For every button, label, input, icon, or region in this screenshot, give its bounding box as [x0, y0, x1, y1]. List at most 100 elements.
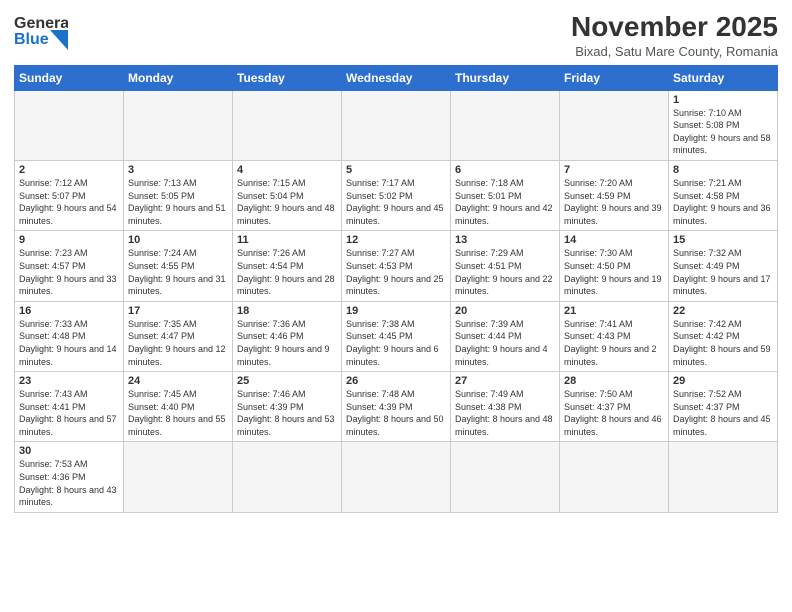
day-info: Sunrise: 7:26 AM Sunset: 4:54 PM Dayligh… — [237, 247, 337, 297]
table-row: 10Sunrise: 7:24 AM Sunset: 4:55 PM Dayli… — [124, 231, 233, 301]
day-info: Sunrise: 7:30 AM Sunset: 4:50 PM Dayligh… — [564, 247, 664, 297]
table-row: 28Sunrise: 7:50 AM Sunset: 4:37 PM Dayli… — [560, 372, 669, 442]
table-row: 8Sunrise: 7:21 AM Sunset: 4:58 PM Daylig… — [669, 160, 778, 230]
day-number: 22 — [673, 305, 773, 317]
day-info: Sunrise: 7:13 AM Sunset: 5:05 PM Dayligh… — [128, 177, 228, 227]
day-number: 15 — [673, 234, 773, 246]
day-info: Sunrise: 7:53 AM Sunset: 4:36 PM Dayligh… — [19, 458, 119, 508]
table-row — [342, 442, 451, 512]
table-row: 12Sunrise: 7:27 AM Sunset: 4:53 PM Dayli… — [342, 231, 451, 301]
col-monday: Monday — [124, 65, 233, 90]
day-number: 19 — [346, 305, 446, 317]
calendar-header-row: Sunday Monday Tuesday Wednesday Thursday… — [15, 65, 778, 90]
table-row: 4Sunrise: 7:15 AM Sunset: 5:04 PM Daylig… — [233, 160, 342, 230]
table-row — [451, 90, 560, 160]
table-row: 27Sunrise: 7:49 AM Sunset: 4:38 PM Dayli… — [451, 372, 560, 442]
col-tuesday: Tuesday — [233, 65, 342, 90]
day-number: 2 — [19, 164, 119, 176]
subtitle: Bixad, Satu Mare County, Romania — [571, 44, 778, 59]
header: General Blue November 2025 Bixad, Satu M… — [14, 10, 778, 59]
table-row: 17Sunrise: 7:35 AM Sunset: 4:47 PM Dayli… — [124, 301, 233, 371]
day-info: Sunrise: 7:36 AM Sunset: 4:46 PM Dayligh… — [237, 318, 337, 368]
day-number: 23 — [19, 375, 119, 387]
day-info: Sunrise: 7:32 AM Sunset: 4:49 PM Dayligh… — [673, 247, 773, 297]
table-row: 24Sunrise: 7:45 AM Sunset: 4:40 PM Dayli… — [124, 372, 233, 442]
table-row — [669, 442, 778, 512]
table-row — [124, 442, 233, 512]
day-number: 28 — [564, 375, 664, 387]
table-row: 3Sunrise: 7:13 AM Sunset: 5:05 PM Daylig… — [124, 160, 233, 230]
day-number: 25 — [237, 375, 337, 387]
day-number: 8 — [673, 164, 773, 176]
day-number: 21 — [564, 305, 664, 317]
table-row — [233, 442, 342, 512]
day-info: Sunrise: 7:39 AM Sunset: 4:44 PM Dayligh… — [455, 318, 555, 368]
page: General Blue November 2025 Bixad, Satu M… — [0, 0, 792, 612]
day-number: 30 — [19, 445, 119, 457]
col-sunday: Sunday — [15, 65, 124, 90]
day-info: Sunrise: 7:17 AM Sunset: 5:02 PM Dayligh… — [346, 177, 446, 227]
col-thursday: Thursday — [451, 65, 560, 90]
table-row — [560, 90, 669, 160]
day-number: 3 — [128, 164, 228, 176]
day-info: Sunrise: 7:38 AM Sunset: 4:45 PM Dayligh… — [346, 318, 446, 368]
table-row: 20Sunrise: 7:39 AM Sunset: 4:44 PM Dayli… — [451, 301, 560, 371]
day-info: Sunrise: 7:48 AM Sunset: 4:39 PM Dayligh… — [346, 388, 446, 438]
day-info: Sunrise: 7:50 AM Sunset: 4:37 PM Dayligh… — [564, 388, 664, 438]
table-row: 25Sunrise: 7:46 AM Sunset: 4:39 PM Dayli… — [233, 372, 342, 442]
table-row: 15Sunrise: 7:32 AM Sunset: 4:49 PM Dayli… — [669, 231, 778, 301]
table-row: 22Sunrise: 7:42 AM Sunset: 4:42 PM Dayli… — [669, 301, 778, 371]
day-info: Sunrise: 7:23 AM Sunset: 4:57 PM Dayligh… — [19, 247, 119, 297]
svg-text:General: General — [14, 15, 68, 32]
day-number: 4 — [237, 164, 337, 176]
day-info: Sunrise: 7:29 AM Sunset: 4:51 PM Dayligh… — [455, 247, 555, 297]
table-row — [451, 442, 560, 512]
day-number: 13 — [455, 234, 555, 246]
col-wednesday: Wednesday — [342, 65, 451, 90]
logo-area: General Blue — [14, 10, 68, 54]
table-row: 11Sunrise: 7:26 AM Sunset: 4:54 PM Dayli… — [233, 231, 342, 301]
table-row: 26Sunrise: 7:48 AM Sunset: 4:39 PM Dayli… — [342, 372, 451, 442]
day-info: Sunrise: 7:33 AM Sunset: 4:48 PM Dayligh… — [19, 318, 119, 368]
day-number: 11 — [237, 234, 337, 246]
calendar-table: Sunday Monday Tuesday Wednesday Thursday… — [14, 65, 778, 513]
table-row: 5Sunrise: 7:17 AM Sunset: 5:02 PM Daylig… — [342, 160, 451, 230]
table-row: 1Sunrise: 7:10 AM Sunset: 5:08 PM Daylig… — [669, 90, 778, 160]
table-row — [15, 90, 124, 160]
day-number: 27 — [455, 375, 555, 387]
table-row: 21Sunrise: 7:41 AM Sunset: 4:43 PM Dayli… — [560, 301, 669, 371]
day-number: 18 — [237, 305, 337, 317]
table-row: 14Sunrise: 7:30 AM Sunset: 4:50 PM Dayli… — [560, 231, 669, 301]
table-row: 29Sunrise: 7:52 AM Sunset: 4:37 PM Dayli… — [669, 372, 778, 442]
day-info: Sunrise: 7:24 AM Sunset: 4:55 PM Dayligh… — [128, 247, 228, 297]
table-row: 23Sunrise: 7:43 AM Sunset: 4:41 PM Dayli… — [15, 372, 124, 442]
day-info: Sunrise: 7:27 AM Sunset: 4:53 PM Dayligh… — [346, 247, 446, 297]
table-row: 2Sunrise: 7:12 AM Sunset: 5:07 PM Daylig… — [15, 160, 124, 230]
day-number: 6 — [455, 164, 555, 176]
day-number: 10 — [128, 234, 228, 246]
day-info: Sunrise: 7:43 AM Sunset: 4:41 PM Dayligh… — [19, 388, 119, 438]
table-row — [560, 442, 669, 512]
day-info: Sunrise: 7:52 AM Sunset: 4:37 PM Dayligh… — [673, 388, 773, 438]
day-info: Sunrise: 7:35 AM Sunset: 4:47 PM Dayligh… — [128, 318, 228, 368]
table-row — [124, 90, 233, 160]
day-number: 20 — [455, 305, 555, 317]
col-friday: Friday — [560, 65, 669, 90]
day-info: Sunrise: 7:42 AM Sunset: 4:42 PM Dayligh… — [673, 318, 773, 368]
table-row: 19Sunrise: 7:38 AM Sunset: 4:45 PM Dayli… — [342, 301, 451, 371]
table-row — [342, 90, 451, 160]
table-row: 18Sunrise: 7:36 AM Sunset: 4:46 PM Dayli… — [233, 301, 342, 371]
day-info: Sunrise: 7:45 AM Sunset: 4:40 PM Dayligh… — [128, 388, 228, 438]
day-info: Sunrise: 7:15 AM Sunset: 5:04 PM Dayligh… — [237, 177, 337, 227]
main-title: November 2025 — [571, 10, 778, 44]
day-info: Sunrise: 7:20 AM Sunset: 4:59 PM Dayligh… — [564, 177, 664, 227]
day-number: 5 — [346, 164, 446, 176]
table-row: 16Sunrise: 7:33 AM Sunset: 4:48 PM Dayli… — [15, 301, 124, 371]
day-info: Sunrise: 7:41 AM Sunset: 4:43 PM Dayligh… — [564, 318, 664, 368]
day-number: 29 — [673, 375, 773, 387]
day-number: 7 — [564, 164, 664, 176]
day-number: 14 — [564, 234, 664, 246]
table-row: 9Sunrise: 7:23 AM Sunset: 4:57 PM Daylig… — [15, 231, 124, 301]
day-number: 1 — [673, 94, 773, 106]
day-number: 17 — [128, 305, 228, 317]
